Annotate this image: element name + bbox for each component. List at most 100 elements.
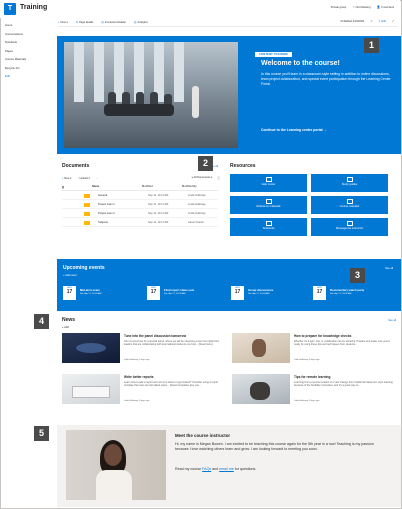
site-title[interactable]: Training bbox=[20, 4, 47, 11]
resource-tile-message-instructor[interactable]: Message the instructor bbox=[311, 218, 388, 236]
resource-tile-course-calendar[interactable]: Course calendar bbox=[311, 196, 388, 214]
instructor-cta: Read my course FAQs and email me for que… bbox=[175, 467, 257, 471]
panel-graphic bbox=[76, 343, 106, 353]
news-headline: How to prepare for knowledge checks bbox=[294, 334, 352, 338]
event-card[interactable]: APR 17 Mid-term exam Sat, Apr 17, 10:00 A… bbox=[63, 286, 143, 308]
nav-item-conversations[interactable]: Conversations bbox=[5, 30, 52, 39]
resource-tile-help-center[interactable]: Help center bbox=[230, 174, 307, 192]
add-event-button[interactable]: + Add event bbox=[63, 274, 77, 277]
header-actions: Private group ☆ Not following 👤 3 member… bbox=[331, 5, 394, 9]
nav-item-home[interactable]: Home bbox=[5, 21, 52, 30]
remote-learner-graphic bbox=[250, 382, 270, 400]
news-headline: Tips for remote learning bbox=[294, 375, 331, 379]
window-pane bbox=[94, 42, 104, 102]
analytics-button[interactable]: ▥Analytics bbox=[134, 21, 148, 24]
conference-table bbox=[104, 104, 174, 116]
news-item[interactable]: How to prepare for knowledge checks Whet… bbox=[230, 333, 394, 367]
immersive-reader-button[interactable]: ▤Immersive Reader bbox=[101, 21, 126, 24]
callout-badge-2: 2 bbox=[198, 156, 213, 171]
nav-item-recycle-bin[interactable]: Recycle bin bbox=[5, 64, 52, 73]
documents-title: Documents bbox=[62, 163, 90, 169]
share-icon[interactable]: ↗ bbox=[370, 20, 372, 23]
body-shape bbox=[96, 470, 132, 500]
callout-badge-1: 1 bbox=[364, 38, 379, 53]
instructor-title: Meet the course instructor bbox=[175, 433, 231, 438]
nav-item-course-materials[interactable]: Course Materials bbox=[5, 55, 52, 64]
event-card[interactable]: APR 17 Group discussions Sat, Apr 17, 10:… bbox=[231, 286, 311, 308]
hero-image[interactable] bbox=[64, 42, 238, 148]
events-webpart: Upcoming events + Add event See all APR 1… bbox=[57, 259, 401, 311]
document-row[interactable]: Project team 2 Sep 11, 10:11 AM Linda Ho… bbox=[62, 210, 218, 218]
documents-view-controls: ≡ All Documents ▾ ⓘ bbox=[192, 176, 220, 180]
event-card[interactable]: APR 17 Documentary watch party Sat, Apr 1… bbox=[313, 286, 393, 308]
news-thumbnail bbox=[232, 333, 290, 363]
instructor-photo bbox=[66, 430, 166, 500]
news-thumbnail bbox=[62, 333, 120, 363]
instructor-webpart: Meet the course instructor Hi, my name i… bbox=[57, 425, 401, 507]
news-meta: Lidia Holloway 2 days ago bbox=[294, 400, 320, 402]
members-button[interactable]: 👤 3 members bbox=[377, 5, 394, 9]
event-name: Mid-term exam bbox=[80, 288, 100, 292]
resource-tile-textbooks[interactable]: Textbooks bbox=[230, 218, 307, 236]
document-row[interactable]: Project team 1 Sep 11, 10:11 AM Linda Ho… bbox=[62, 201, 218, 209]
site-header: T Training Private group ☆ Not following… bbox=[0, 0, 400, 18]
news-title: News bbox=[62, 317, 76, 323]
page-details-button[interactable]: ⚙Page details bbox=[76, 21, 94, 24]
event-name: Group discussions bbox=[248, 288, 274, 292]
info-icon[interactable]: ⓘ bbox=[217, 176, 220, 180]
column-header-modified[interactable]: Modified bbox=[142, 185, 182, 190]
command-bar-right: Published 2/19/2021 ↗ ✎ Edit ⤢ bbox=[341, 20, 394, 23]
document-row[interactable]: Subjects Sep 11, 10:11 AM Aaron Painter bbox=[62, 219, 218, 227]
resources-webpart: Resources Help center Study guides Refer… bbox=[230, 160, 400, 252]
news-see-all-link[interactable]: See all bbox=[388, 319, 396, 322]
site-logo[interactable]: T bbox=[4, 3, 16, 15]
resource-tile-study-guides[interactable]: Study guides bbox=[311, 174, 388, 192]
news-snippet: Whether it's a quiz, test, or certificat… bbox=[294, 340, 390, 347]
news-snippet: Learning from a remote location is a vas… bbox=[294, 381, 393, 388]
star-icon: ☆ bbox=[352, 5, 355, 9]
document-icon bbox=[346, 177, 353, 182]
documents-new-button[interactable]: + New ▾ bbox=[62, 177, 71, 180]
add-news-button[interactable]: + Add bbox=[62, 326, 69, 329]
news-item[interactable]: Write better reports Learn how to add a … bbox=[60, 374, 224, 408]
nav-edit-link[interactable]: Edit bbox=[5, 72, 52, 81]
view-selector[interactable]: ≡ All Documents ▾ bbox=[192, 176, 213, 180]
event-date-block: APR 17 bbox=[231, 286, 244, 300]
news-webpart: News + Add See all Tune into the panel d… bbox=[60, 316, 400, 420]
new-button[interactable]: +New ▾ bbox=[58, 21, 68, 24]
nav-item-notebook[interactable]: Notebook bbox=[5, 38, 52, 47]
student-graphic bbox=[252, 339, 266, 357]
nav-item-pages[interactable]: Pages bbox=[5, 47, 52, 56]
document-row[interactable]: General Sep 11, 10:11 AM Linda Holloway bbox=[62, 192, 218, 200]
edit-button[interactable]: ✎ Edit bbox=[379, 20, 386, 23]
hero-portal-link[interactable]: Continue to the Learning center portal → bbox=[261, 128, 327, 132]
news-item[interactable]: Tips for remote learning Learning from a… bbox=[230, 374, 394, 408]
face-shape bbox=[104, 444, 122, 466]
event-time: Sat, Apr 17, 10:00 AM bbox=[80, 293, 102, 295]
resources-title: Resources bbox=[230, 163, 256, 169]
hero-body: In this course you'll learn in a classro… bbox=[261, 72, 391, 87]
file-type-column-icon[interactable]: 🗎 bbox=[62, 185, 92, 190]
expand-icon[interactable]: ⤢ bbox=[392, 20, 394, 23]
news-item[interactable]: Tune into the panel discussion tomorrow … bbox=[60, 333, 224, 367]
resource-tile-reference-materials[interactable]: Reference materials bbox=[230, 196, 307, 214]
faq-link[interactable]: FAQs bbox=[202, 467, 211, 471]
window-pane bbox=[74, 42, 84, 102]
event-card[interactable]: APR 17 Final report share outs Sat, Apr 1… bbox=[147, 286, 227, 308]
folder-icon bbox=[84, 202, 90, 207]
follow-toggle[interactable]: ☆ Not following bbox=[352, 5, 370, 9]
event-date-block: APR 17 bbox=[313, 286, 326, 300]
column-header-modified-by[interactable]: Modified By bbox=[182, 185, 197, 190]
folder-icon bbox=[265, 199, 272, 204]
documents-upload-button[interactable]: ↑ Upload ▾ bbox=[77, 177, 89, 180]
email-link[interactable]: email me bbox=[219, 467, 234, 471]
event-name: Final report share outs bbox=[164, 288, 195, 292]
folder-icon bbox=[84, 220, 90, 225]
column-header-name[interactable]: Name bbox=[92, 185, 142, 190]
command-bar: +New ▾ ⚙Page details ▤Immersive Reader ▥… bbox=[58, 19, 398, 27]
events-see-all-link[interactable]: See all bbox=[385, 267, 393, 270]
published-date: Published 2/19/2021 bbox=[340, 20, 365, 23]
book-icon: ▤ bbox=[101, 21, 104, 24]
help-icon bbox=[265, 177, 272, 182]
more-icon[interactable]: ··· bbox=[96, 177, 99, 180]
